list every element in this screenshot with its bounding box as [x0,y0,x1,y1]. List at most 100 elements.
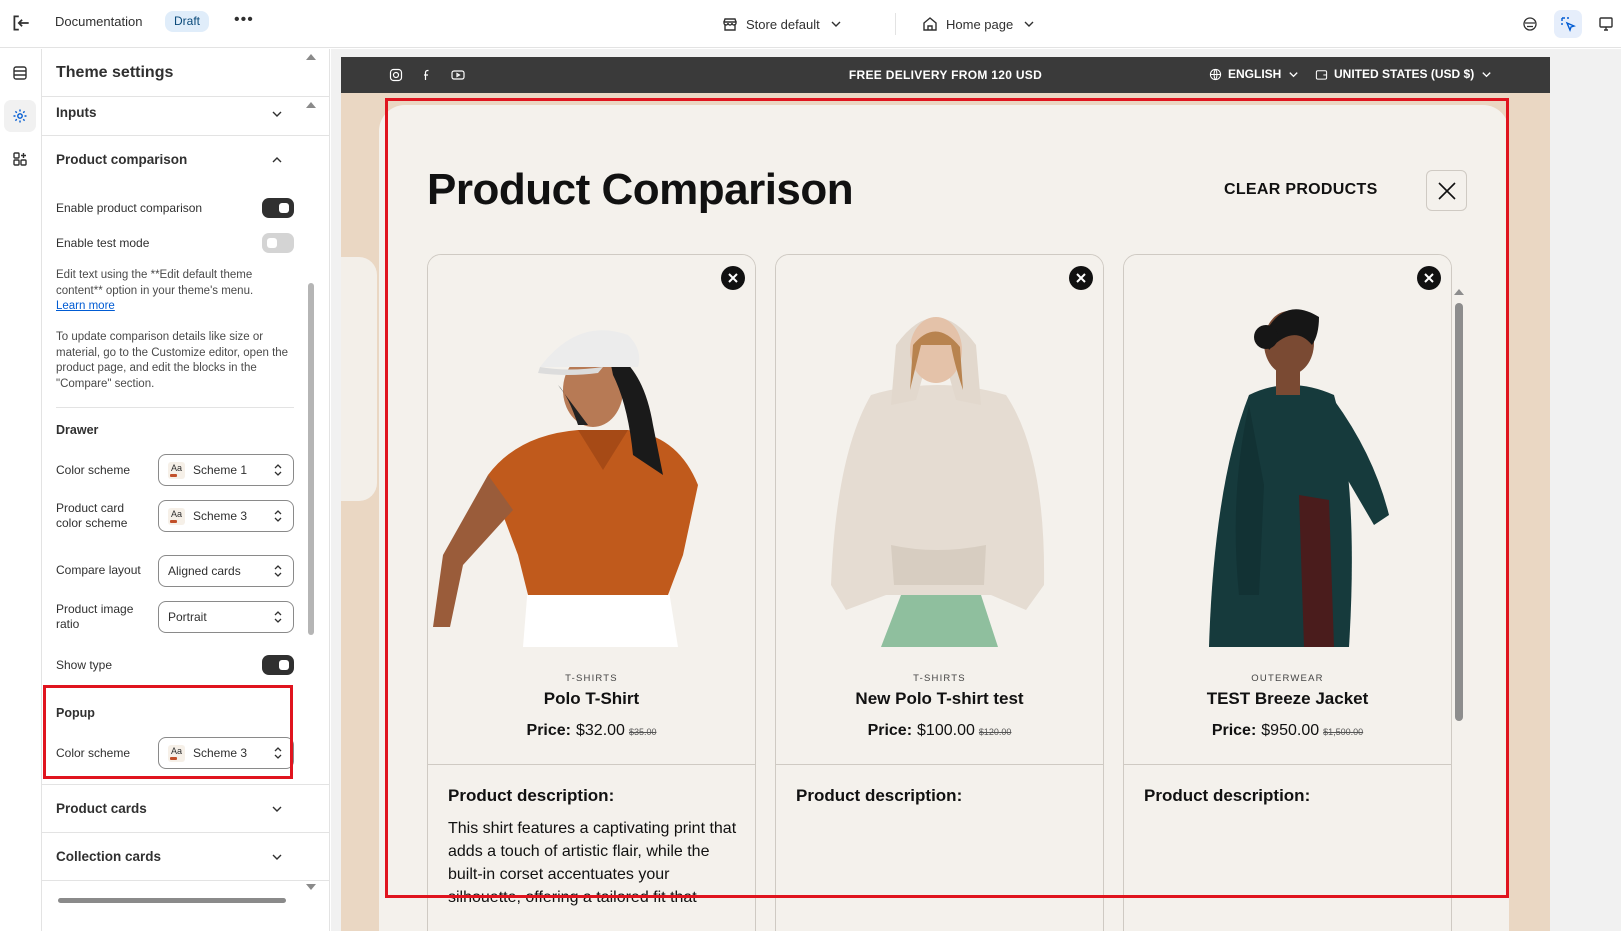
compare-layout-select[interactable]: Aligned cards [158,555,294,587]
remove-product-button[interactable] [721,266,745,290]
horizontal-scrollbar[interactable] [58,898,286,903]
popup-color-scheme-select[interactable]: Aa Scheme 3 [158,737,294,769]
card-color-scheme-label: Product card color scheme [56,501,128,530]
inspector-icon[interactable] [1516,10,1544,38]
popup-scrollbar[interactable] [1455,303,1463,721]
image-ratio-label: Product image ratio [56,602,134,631]
scheme-swatch: Aa [168,507,185,525]
background-product-card [341,257,377,501]
scroll-up-arrow[interactable] [1454,289,1464,295]
product-name[interactable]: New Polo T-shirt test [776,689,1103,709]
product-image[interactable] [776,255,1103,647]
product-card: OUTERWEAR TEST Breeze Jacket Price: $950.… [1123,254,1452,931]
theme-settings-panel: Theme settings Inputs Product comparison… [42,49,330,931]
remove-product-button[interactable] [1069,266,1093,290]
store-select[interactable]: Store default [722,12,844,36]
chevron-down-icon [831,21,841,27]
product-type: OUTERWEAR [1251,673,1324,684]
help-text-edit: Edit text using the **Edit default theme… [56,269,254,312]
product-card: T-SHIRTS New Polo T-shirt test Price: $10… [775,254,1104,931]
select-arrows-icon [274,747,282,759]
close-popup-button[interactable] [1426,170,1467,211]
close-icon [728,273,738,283]
chevron-down-icon [1482,71,1491,77]
divider [776,764,1103,765]
product-price: Price: $950.00 $1,500.00 [1211,722,1364,739]
drawer-heading: Drawer [56,423,99,437]
close-icon [1076,273,1086,283]
chevron-up-icon[interactable] [270,153,284,167]
language-selector[interactable]: ENGLISH [1209,67,1300,81]
product-image[interactable] [1124,255,1451,647]
announcement-bar: FREE DELIVERY FROM 120 USD ENGLISH UNITE… [341,57,1550,93]
chevron-down-icon[interactable] [270,107,284,121]
learn-more-link[interactable]: Learn more [56,300,115,312]
section-product-cards[interactable]: Product cards [56,801,147,816]
theme-settings-icon[interactable] [4,100,36,132]
section-product-comparison[interactable]: Product comparison [56,152,187,167]
section-inputs[interactable]: Inputs [56,105,97,120]
divider [42,832,329,833]
page-select[interactable]: Home page [922,12,1037,36]
device-preview-icon[interactable] [1592,10,1620,38]
sections-icon[interactable] [4,57,36,89]
panel-scrollbar[interactable] [308,283,314,635]
divider [428,764,755,765]
product-type: T-SHIRTS [913,673,966,684]
select-arrows-icon [274,464,282,476]
show-type-label: Show type [56,658,113,672]
select-arrows-icon [274,611,282,623]
show-type-toggle[interactable] [262,655,294,675]
drawer-color-scheme-select[interactable]: Aa Scheme 1 [158,454,294,486]
popup-title: Product Comparison [427,165,854,214]
image-ratio-select[interactable]: Portrait [158,601,294,633]
scheme-swatch: Aa [168,744,185,762]
divider [56,407,294,408]
description-heading: Product description: [1144,786,1311,805]
select-element-icon[interactable] [1554,10,1582,38]
clear-products-button[interactable]: CLEAR PRODUCTS [1224,181,1378,199]
product-name[interactable]: Polo T-Shirt [428,689,755,709]
close-icon [1438,182,1456,200]
exit-icon[interactable] [10,12,32,34]
drawer-color-scheme-label: Color scheme [56,463,131,477]
page-select-label: Home page [946,16,1014,32]
close-icon [1424,273,1434,283]
card-color-scheme-select[interactable]: Aa Scheme 3 [158,500,294,532]
popup-color-scheme-label: Color scheme [56,746,131,760]
left-rail [0,49,42,931]
divider [1124,764,1451,765]
remove-product-button[interactable] [1417,266,1441,290]
divider [42,880,329,881]
apps-icon[interactable] [4,143,36,175]
compare-layout-label: Compare layout [56,563,141,577]
compare-at-price: $120.00 [978,727,1012,737]
chevron-down-icon[interactable] [270,850,284,864]
section-collection-cards[interactable]: Collection cards [56,849,161,864]
chevron-down-icon[interactable] [270,802,284,816]
product-price: Price: $32.00 $35.00 [526,722,657,739]
chevron-down-icon [1289,71,1299,77]
top-bar: Documentation Draft ••• Store default Ho… [0,0,1621,48]
select-arrows-icon [274,510,282,522]
divider [895,13,896,35]
product-image[interactable] [428,255,755,647]
scroll-up-arrow[interactable] [306,102,316,108]
select-arrows-icon [274,565,282,577]
scroll-up-arrow[interactable] [306,54,316,60]
compare-at-price: $35.00 [628,727,657,737]
scroll-down-arrow[interactable] [306,884,316,890]
more-actions-button[interactable]: ••• [234,11,254,29]
comparison-popup: Product Comparison CLEAR PRODUCTS T-SHIR… [379,105,1509,931]
enable-test-mode-toggle[interactable] [262,233,294,253]
preview-edge [1550,49,1621,931]
product-name[interactable]: TEST Breeze Jacket [1124,689,1451,709]
description-heading: Product description: [448,786,615,805]
divider [42,135,329,136]
globe-icon [1209,68,1222,80]
wallet-icon [1315,69,1328,80]
product-price: Price: $100.00 $120.00 [867,722,1012,739]
currency-selector[interactable]: UNITED STATES (USD $) [1315,67,1493,81]
enable-comparison-toggle[interactable] [262,198,294,218]
theme-name: Documentation [55,14,143,29]
